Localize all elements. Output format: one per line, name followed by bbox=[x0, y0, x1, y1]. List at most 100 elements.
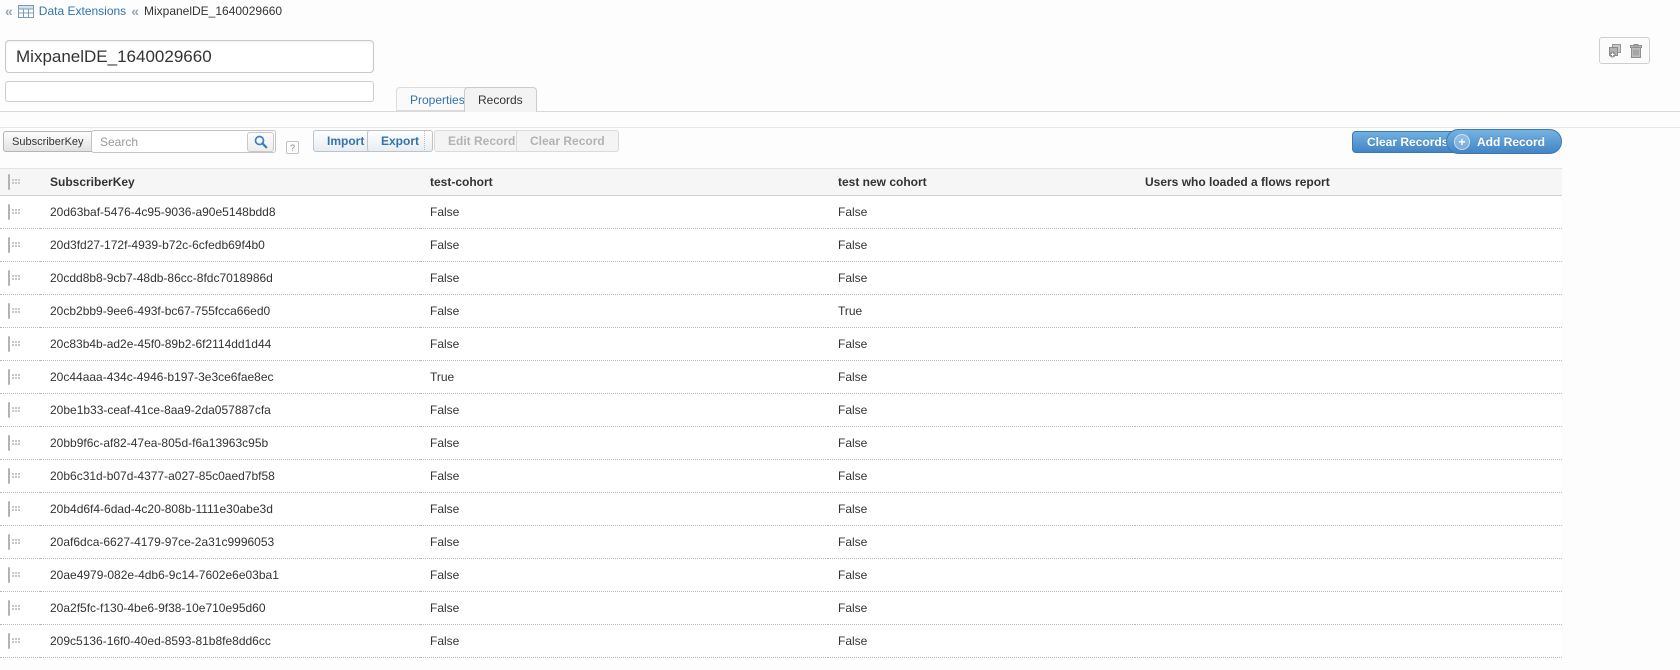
cell-users-flows-report bbox=[1135, 295, 1562, 328]
cell-test-cohort: False bbox=[420, 328, 828, 361]
cell-test-cohort: False bbox=[420, 625, 828, 658]
column-header-subscriberkey[interactable]: SubscriberKey bbox=[40, 169, 420, 196]
row-checkbox[interactable] bbox=[8, 369, 10, 385]
cell-test-new-cohort: False bbox=[828, 328, 1135, 361]
cell-test-cohort: False bbox=[420, 526, 828, 559]
table-row[interactable]: 20cb2bb9-9ee6-493f-bc67-755fcca66ed0 Fal… bbox=[0, 295, 1562, 328]
cell-users-flows-report bbox=[1135, 625, 1562, 658]
cell-test-cohort: True bbox=[420, 361, 828, 394]
cell-test-new-cohort: False bbox=[828, 592, 1135, 625]
table-header-row: SubscriberKey test-cohort test new cohor… bbox=[0, 169, 1562, 196]
cell-test-new-cohort: False bbox=[828, 427, 1135, 460]
copy-icon[interactable] bbox=[1608, 44, 1623, 58]
table-row[interactable]: 20c44aaa-434c-4946-b197-3e3ce6fae8ec Tru… bbox=[0, 361, 1562, 394]
plus-icon: + bbox=[1454, 134, 1470, 150]
cell-subscriberkey: 20d3fd27-172f-4939-b72c-6cfedb69f4b0 bbox=[40, 229, 420, 262]
cell-test-new-cohort: False bbox=[828, 493, 1135, 526]
add-record-label: Add Record bbox=[1477, 135, 1545, 149]
cell-test-cohort: False bbox=[420, 427, 828, 460]
data-extension-grid-icon bbox=[18, 5, 34, 18]
column-header-users-flows-report[interactable]: Users who loaded a flows report bbox=[1135, 169, 1562, 196]
toolbar-divider bbox=[424, 131, 425, 150]
section-divider bbox=[0, 127, 1680, 128]
row-checkbox[interactable] bbox=[8, 534, 10, 550]
cell-test-cohort: False bbox=[420, 229, 828, 262]
cell-users-flows-report bbox=[1135, 229, 1562, 262]
table-row[interactable]: 20af6dca-6627-4179-97ce-2a31c9996053 Fal… bbox=[0, 526, 1562, 559]
breadcrumb-data-extensions-link[interactable]: Data Extensions bbox=[39, 4, 126, 18]
table-row[interactable]: 20a2f5fc-f130-4be6-9f38-10e710e95d60 Fal… bbox=[0, 592, 1562, 625]
records-table: SubscriberKey test-cohort test new cohor… bbox=[0, 168, 1562, 658]
column-header-test-cohort[interactable]: test-cohort bbox=[420, 169, 828, 196]
cell-subscriberkey: 20b6c31d-b07d-4377-a027-85c0aed7bf58 bbox=[40, 460, 420, 493]
search-field-dropdown-label: SubscriberKey bbox=[12, 136, 84, 148]
cell-users-flows-report bbox=[1135, 559, 1562, 592]
table-row[interactable]: 20d3fd27-172f-4939-b72c-6cfedb69f4b0 Fal… bbox=[0, 229, 1562, 262]
column-header-test-new-cohort[interactable]: test new cohort bbox=[828, 169, 1135, 196]
cell-test-cohort: False bbox=[420, 460, 828, 493]
cell-subscriberkey: 209c5136-16f0-40ed-8593-81b8fe8dd6cc bbox=[40, 625, 420, 658]
table-row[interactable]: 20be1b33-ceaf-41ce-8aa9-2da057887cfa Fal… bbox=[0, 394, 1562, 427]
row-checkbox[interactable] bbox=[8, 567, 10, 583]
table-row[interactable]: 20b6c31d-b07d-4377-a027-85c0aed7bf58 Fal… bbox=[0, 460, 1562, 493]
row-checkbox[interactable] bbox=[8, 600, 10, 616]
breadcrumb-separator-icon: « bbox=[131, 4, 139, 18]
cell-subscriberkey: 20af6dca-6627-4179-97ce-2a31c9996053 bbox=[40, 526, 420, 559]
cell-subscriberkey: 20b4d6f4-6dad-4c20-808b-1111e30abe3d bbox=[40, 493, 420, 526]
table-row[interactable]: 20ae4979-082e-4db6-9c14-7602e6e03ba1 Fal… bbox=[0, 559, 1562, 592]
row-checkbox[interactable] bbox=[8, 336, 10, 352]
cell-test-cohort: False bbox=[420, 394, 828, 427]
cell-subscriberkey: 20d63baf-5476-4c95-9036-a90e5148bdd8 bbox=[40, 196, 420, 229]
add-record-button[interactable]: + Add Record bbox=[1446, 129, 1562, 154]
row-checkbox[interactable] bbox=[8, 501, 10, 517]
data-extension-name-field[interactable] bbox=[5, 40, 374, 73]
table-row[interactable]: 20b4d6f4-6dad-4c20-808b-1111e30abe3d Fal… bbox=[0, 493, 1562, 526]
cell-test-cohort: False bbox=[420, 196, 828, 229]
tab-records[interactable]: Records bbox=[464, 87, 537, 112]
row-checkbox[interactable] bbox=[8, 204, 10, 220]
row-checkbox[interactable] bbox=[8, 303, 10, 319]
cell-subscriberkey: 20c83b4b-ad2e-45f0-89b2-6f2114dd1d44 bbox=[40, 328, 420, 361]
cell-users-flows-report bbox=[1135, 526, 1562, 559]
select-all-checkbox[interactable] bbox=[8, 174, 10, 190]
cell-test-new-cohort: False bbox=[828, 196, 1135, 229]
cell-test-cohort: False bbox=[420, 262, 828, 295]
table-row[interactable]: 209c5136-16f0-40ed-8593-81b8fe8dd6cc Fal… bbox=[0, 625, 1562, 658]
row-checkbox[interactable] bbox=[8, 270, 10, 286]
entity-actions-box bbox=[1599, 37, 1650, 64]
data-extension-records-page: « Data Extensions « MixpanelDE_164002966… bbox=[0, 0, 1680, 670]
external-key-field[interactable] bbox=[5, 81, 374, 102]
row-checkbox[interactable] bbox=[8, 237, 10, 253]
table-row[interactable]: 20cdd8b8-9cb7-48db-86cc-8fdc7018986d Fal… bbox=[0, 262, 1562, 295]
cell-test-new-cohort: False bbox=[828, 460, 1135, 493]
table-row[interactable]: 20c83b4b-ad2e-45f0-89b2-6f2114dd1d44 Fal… bbox=[0, 328, 1562, 361]
cell-test-new-cohort: False bbox=[828, 394, 1135, 427]
cell-test-new-cohort: False bbox=[828, 361, 1135, 394]
cell-test-cohort: False bbox=[420, 493, 828, 526]
row-checkbox[interactable] bbox=[8, 633, 10, 649]
search-button[interactable] bbox=[247, 132, 274, 152]
records-table-body: 20d63baf-5476-4c95-9036-a90e5148bdd8 Fal… bbox=[0, 196, 1562, 658]
cell-test-cohort: False bbox=[420, 559, 828, 592]
row-checkbox[interactable] bbox=[8, 402, 10, 418]
cell-subscriberkey: 20bb9f6c-af82-47ea-805d-f6a13963c95b bbox=[40, 427, 420, 460]
cell-users-flows-report bbox=[1135, 460, 1562, 493]
row-checkbox[interactable] bbox=[8, 435, 10, 451]
cell-test-new-cohort: False bbox=[828, 229, 1135, 262]
tab-baseline bbox=[0, 111, 1680, 112]
back-chevrons-icon[interactable]: « bbox=[5, 4, 13, 18]
cell-test-cohort: False bbox=[420, 295, 828, 328]
cell-subscriberkey: 20cdd8b8-9cb7-48db-86cc-8fdc7018986d bbox=[40, 262, 420, 295]
cell-users-flows-report bbox=[1135, 361, 1562, 394]
cell-users-flows-report bbox=[1135, 394, 1562, 427]
table-row[interactable]: 20bb9f6c-af82-47ea-805d-f6a13963c95b Fal… bbox=[0, 427, 1562, 460]
trash-icon[interactable] bbox=[1630, 44, 1642, 58]
cell-subscriberkey: 20a2f5fc-f130-4be6-9f38-10e710e95d60 bbox=[40, 592, 420, 625]
cell-subscriberkey: 20cb2bb9-9ee6-493f-bc67-755fcca66ed0 bbox=[40, 295, 420, 328]
table-row[interactable]: 20d63baf-5476-4c95-9036-a90e5148bdd8 Fal… bbox=[0, 196, 1562, 229]
help-icon[interactable]: ? bbox=[286, 141, 299, 154]
cell-test-new-cohort: False bbox=[828, 625, 1135, 658]
cell-subscriberkey: 20ae4979-082e-4db6-9c14-7602e6e03ba1 bbox=[40, 559, 420, 592]
cell-users-flows-report bbox=[1135, 328, 1562, 361]
row-checkbox[interactable] bbox=[8, 468, 10, 484]
